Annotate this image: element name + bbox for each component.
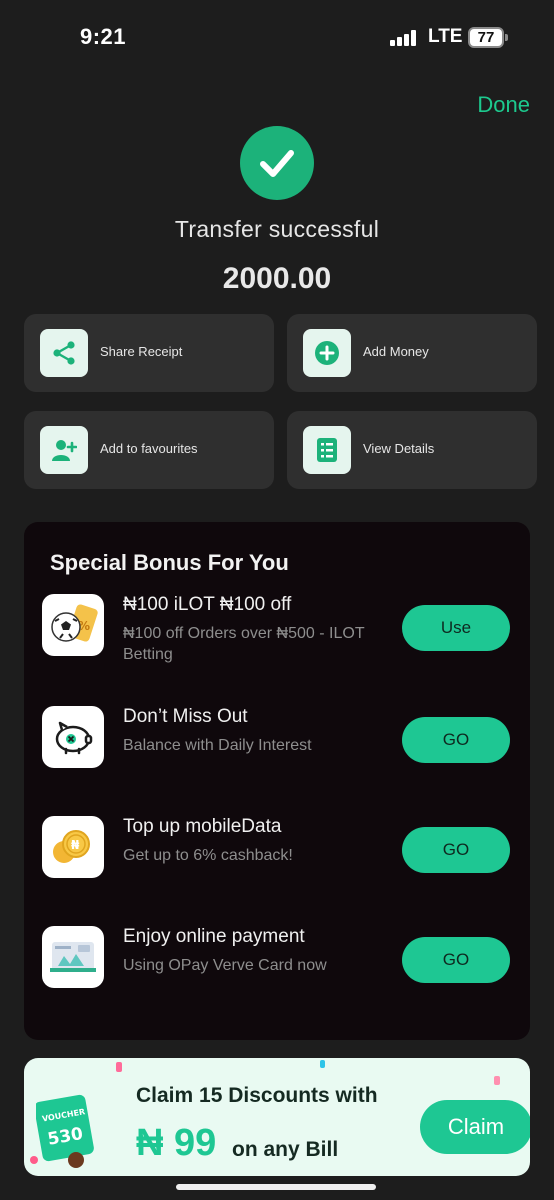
add-user-icon bbox=[40, 426, 88, 474]
home-indicator[interactable] bbox=[176, 1184, 376, 1190]
go-button[interactable]: GO bbox=[402, 717, 510, 763]
claim-headline: Claim 15 Discounts with bbox=[136, 1084, 378, 1107]
confetti-shape bbox=[116, 1062, 122, 1072]
view-details-label: View Details bbox=[363, 441, 435, 456]
plus-circle-icon bbox=[303, 329, 351, 377]
voucher-icon: VOUCHER 530 bbox=[34, 1094, 102, 1168]
special-bonus-panel: Special Bonus For You % ₦100 iLOT ₦100 o… bbox=[24, 522, 530, 1040]
battery-level: 77 bbox=[477, 29, 495, 46]
offer-subtitle: Balance with Daily Interest bbox=[123, 737, 312, 754]
offer-item-ilot: % ₦100 iLOT ₦100 off ₦100 off Orders ove… bbox=[24, 594, 530, 684]
status-time: 9:21 bbox=[80, 24, 127, 49]
piggy-bank-icon bbox=[42, 706, 104, 768]
offer-item-online-payment: Enjoy online payment Using OPay Verve Ca… bbox=[24, 926, 530, 1016]
transfer-amount: 2000.00 bbox=[222, 262, 332, 295]
confetti-shape bbox=[320, 1060, 325, 1068]
svg-text:₦: ₦ bbox=[71, 838, 80, 852]
document-list-icon bbox=[303, 426, 351, 474]
offer-item-daily-interest: Don’t Miss Out Balance with Daily Intere… bbox=[24, 706, 530, 796]
special-bonus-title: Special Bonus For You bbox=[50, 550, 289, 575]
add-money-button[interactable]: Add Money bbox=[287, 314, 537, 392]
offer-subtitle: ₦100 off Orders over ₦500 - ILOT Betting bbox=[123, 625, 365, 663]
claim-price: ₦ 99 bbox=[136, 1122, 217, 1164]
done-button[interactable]: Done bbox=[477, 92, 530, 118]
offer-subtitle: Using OPay Verve Card now bbox=[123, 957, 327, 974]
go-button[interactable]: GO bbox=[402, 937, 510, 983]
success-check-icon bbox=[240, 126, 314, 200]
claim-discount-banner[interactable]: VOUCHER 530 Claim 15 Discounts with ₦ 99… bbox=[24, 1058, 530, 1176]
offer-title: Enjoy online payment bbox=[123, 926, 305, 947]
network-type: LTE bbox=[428, 26, 463, 47]
offer-title: Don’t Miss Out bbox=[123, 706, 248, 727]
soccer-ball-ticket-icon: % bbox=[42, 594, 104, 656]
cell-signal-icon bbox=[390, 30, 418, 46]
add-money-label: Add Money bbox=[363, 344, 429, 359]
share-receipt-button[interactable]: Share Receipt bbox=[24, 314, 274, 392]
gold-coins-icon: ₦ bbox=[42, 816, 104, 878]
claim-subline: on any Bill bbox=[232, 1138, 339, 1161]
status-bar: 9:21 LTE 77 bbox=[0, 0, 554, 76]
offer-subtitle: Get up to 6% cashback! bbox=[123, 847, 293, 864]
share-receipt-label: Share Receipt bbox=[100, 344, 183, 359]
transfer-status-title: Transfer successful bbox=[174, 216, 380, 242]
add-to-favourites-button[interactable]: Add to favourites bbox=[24, 411, 274, 489]
share-icon bbox=[40, 329, 88, 377]
battery-icon: 77 bbox=[468, 27, 508, 48]
offer-title: ₦100 iLOT ₦100 off bbox=[123, 594, 292, 615]
confetti-shape bbox=[494, 1076, 500, 1085]
go-button[interactable]: GO bbox=[402, 827, 510, 873]
view-details-button[interactable]: View Details bbox=[287, 411, 537, 489]
verve-card-icon bbox=[42, 926, 104, 988]
add-to-favourites-label: Add to favourites bbox=[100, 441, 198, 456]
offer-title: Top up mobileData bbox=[123, 816, 282, 837]
offer-item-mobile-data: ₦ Top up mobileData Get up to 6% cashbac… bbox=[24, 816, 530, 906]
use-button[interactable]: Use bbox=[402, 605, 510, 651]
claim-button[interactable]: Claim bbox=[420, 1100, 530, 1154]
